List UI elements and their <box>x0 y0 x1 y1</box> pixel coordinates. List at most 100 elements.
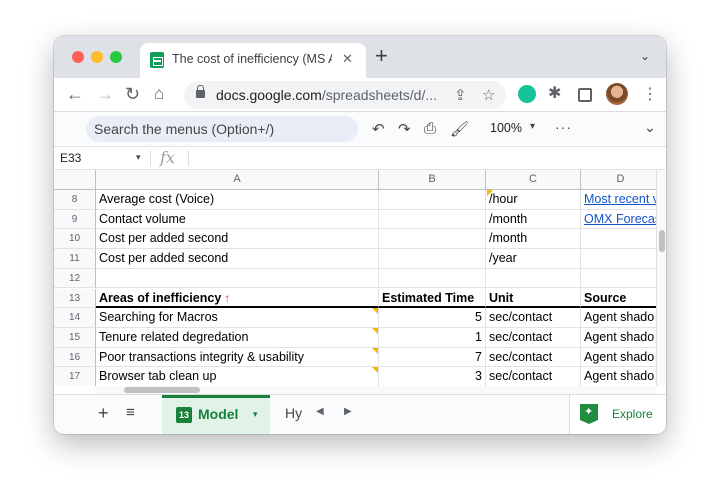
cell-note-indicator[interactable] <box>372 327 378 334</box>
cell-b11[interactable] <box>379 249 486 269</box>
browser-menu-icon[interactable]: ⋮ <box>642 84 658 104</box>
cell-a8[interactable]: Average cost (Voice) <box>96 190 379 210</box>
row-header[interactable]: 16 <box>54 347 96 368</box>
maximize-window-button[interactable] <box>110 51 122 63</box>
cell-note-indicator[interactable] <box>372 367 378 374</box>
cell-c9[interactable]: /month <box>486 209 581 230</box>
extensions-puzzle-icon[interactable]: ✱ <box>548 83 566 102</box>
tab-search-icon[interactable]: ⌄ <box>640 49 650 63</box>
cell-b16[interactable]: 7 <box>379 347 486 368</box>
column-header-c[interactable]: C <box>486 170 581 190</box>
cell-b12[interactable] <box>379 268 486 289</box>
cell-b8[interactable] <box>379 190 486 210</box>
scroll-sheets-left-icon[interactable]: ◀ <box>316 406 324 417</box>
cell-d10[interactable] <box>581 229 656 250</box>
cell-c8[interactable]: /hour <box>486 190 581 210</box>
row-header[interactable]: 14 <box>54 308 96 328</box>
cell-note-indicator[interactable] <box>372 347 378 354</box>
cell-d12[interactable] <box>581 269 656 289</box>
name-box[interactable]: E33 <box>60 151 81 165</box>
cell-d13[interactable]: Source <box>581 289 656 309</box>
row-header[interactable]: 11 <box>54 249 96 269</box>
cell-c17[interactable]: sec/contact <box>486 367 581 386</box>
name-box-dropdown-icon[interactable]: ▾ <box>136 152 141 163</box>
profile-avatar[interactable] <box>606 83 628 105</box>
cell-b17[interactable]: 3 <box>379 367 486 386</box>
forward-icon[interactable]: → <box>96 84 114 104</box>
cell-d14[interactable]: Agent shado <box>581 308 656 328</box>
more-options-icon[interactable]: ··· <box>555 119 572 135</box>
chevron-down-icon[interactable]: ▾ <box>530 121 535 132</box>
cell-a9[interactable]: Contact volume <box>96 209 379 230</box>
zoom-select[interactable]: 100% <box>490 121 522 135</box>
column-header-a[interactable]: A <box>96 170 379 190</box>
cell-b10[interactable] <box>379 229 486 250</box>
browser-tab-active[interactable]: The cost of inefficiency (MS A ✕ <box>140 43 366 78</box>
cell-a16[interactable]: Poor transactions integrity & usability <box>96 347 379 368</box>
reload-icon[interactable]: ↻ <box>125 84 140 104</box>
row-header[interactable]: 17 <box>54 367 96 386</box>
cell-b15[interactable]: 1 <box>379 327 486 348</box>
cell-c14[interactable]: sec/contact <box>486 308 581 328</box>
tab-close-icon[interactable]: ✕ <box>342 51 353 67</box>
cell-d9[interactable]: OMX Forecas <box>581 210 656 230</box>
explore-button[interactable]: Explore <box>569 395 666 434</box>
undo-icon[interactable]: ↶ <box>372 120 385 138</box>
add-sheet-button[interactable]: + <box>98 403 109 424</box>
row-header[interactable]: 15 <box>54 327 96 348</box>
search-menus-input[interactable]: Search the menus (Option+/) <box>86 116 358 142</box>
select-all-corner[interactable] <box>54 170 96 190</box>
scrollbar-thumb[interactable] <box>659 230 665 252</box>
new-tab-button[interactable]: + <box>375 45 388 67</box>
cell-a15[interactable]: Tenure related degredation <box>96 327 379 348</box>
print-icon[interactable]: ⎙ <box>424 120 436 137</box>
cell-c16[interactable]: sec/contact <box>486 347 581 368</box>
cell-a12[interactable] <box>96 268 379 289</box>
redo-icon[interactable]: ↷ <box>398 120 411 138</box>
cell-a14[interactable]: Searching for Macros <box>96 308 379 328</box>
cell-a10[interactable]: Cost per added second <box>96 229 379 250</box>
address-bar[interactable]: docs.google.com/spreadsheets/d/... ⇪ ☆ <box>184 81 506 109</box>
horizontal-scrollbar[interactable] <box>96 386 656 394</box>
cell-d8[interactable]: Most recent v <box>581 190 656 210</box>
chevron-down-icon[interactable]: ▾ <box>253 409 258 420</box>
cell-d15[interactable]: Agent shado <box>581 328 656 348</box>
sheet-tab-next[interactable]: Hy <box>285 405 302 421</box>
vertical-scrollbar[interactable] <box>656 170 666 386</box>
cell-c15[interactable]: sec/contact <box>486 327 581 348</box>
paint-format-icon[interactable]: 🖌 <box>450 120 469 138</box>
cell-note-indicator[interactable] <box>487 190 493 196</box>
side-panel-icon[interactable] <box>578 88 592 102</box>
row-header[interactable]: 9 <box>54 209 96 230</box>
cell-c10[interactable]: /month <box>486 229 581 250</box>
cell-a11[interactable]: Cost per added second <box>96 249 379 269</box>
scroll-sheets-right-icon[interactable]: ▶ <box>344 406 352 417</box>
cell-c11[interactable]: /year <box>486 249 581 269</box>
cell-d17[interactable]: Agent shado <box>581 367 656 386</box>
all-sheets-button[interactable]: ≡ <box>126 404 135 421</box>
grammarly-extension-icon[interactable] <box>518 85 536 103</box>
cell-note-indicator[interactable] <box>372 308 378 315</box>
collapse-toolbar-icon[interactable]: ⌄ <box>644 119 656 136</box>
bookmark-star-icon[interactable]: ☆ <box>482 86 495 104</box>
cell-c12[interactable] <box>486 268 581 289</box>
cell-c13[interactable]: Unit <box>486 288 581 309</box>
cell-a13[interactable]: Areas of inefficiency ↑ <box>96 288 379 309</box>
sheet-tab-model[interactable]: 13 Model ▾ <box>162 395 270 434</box>
column-header-d[interactable]: D <box>581 170 656 190</box>
back-icon[interactable]: ← <box>66 84 84 104</box>
scrollbar-thumb[interactable] <box>124 387 200 393</box>
share-icon[interactable]: ⇪ <box>454 86 467 104</box>
spreadsheet-grid[interactable]: A B C D 8 Average cost (Voice) /hour Most recen… <box>54 170 656 386</box>
cell-d16[interactable]: Agent shado <box>581 348 656 368</box>
row-header[interactable]: 10 <box>54 229 96 250</box>
cell-d11[interactable] <box>581 249 656 269</box>
cell-b14[interactable]: 5 <box>379 308 486 328</box>
column-header-b[interactable]: B <box>379 170 486 190</box>
close-window-button[interactable] <box>72 51 84 63</box>
home-icon[interactable]: ⌂ <box>154 84 164 104</box>
row-header[interactable]: 8 <box>54 190 96 210</box>
row-header[interactable]: 13 <box>54 288 96 309</box>
cell-b13[interactable]: Estimated Time <box>379 288 486 309</box>
row-header[interactable]: 12 <box>54 268 96 289</box>
